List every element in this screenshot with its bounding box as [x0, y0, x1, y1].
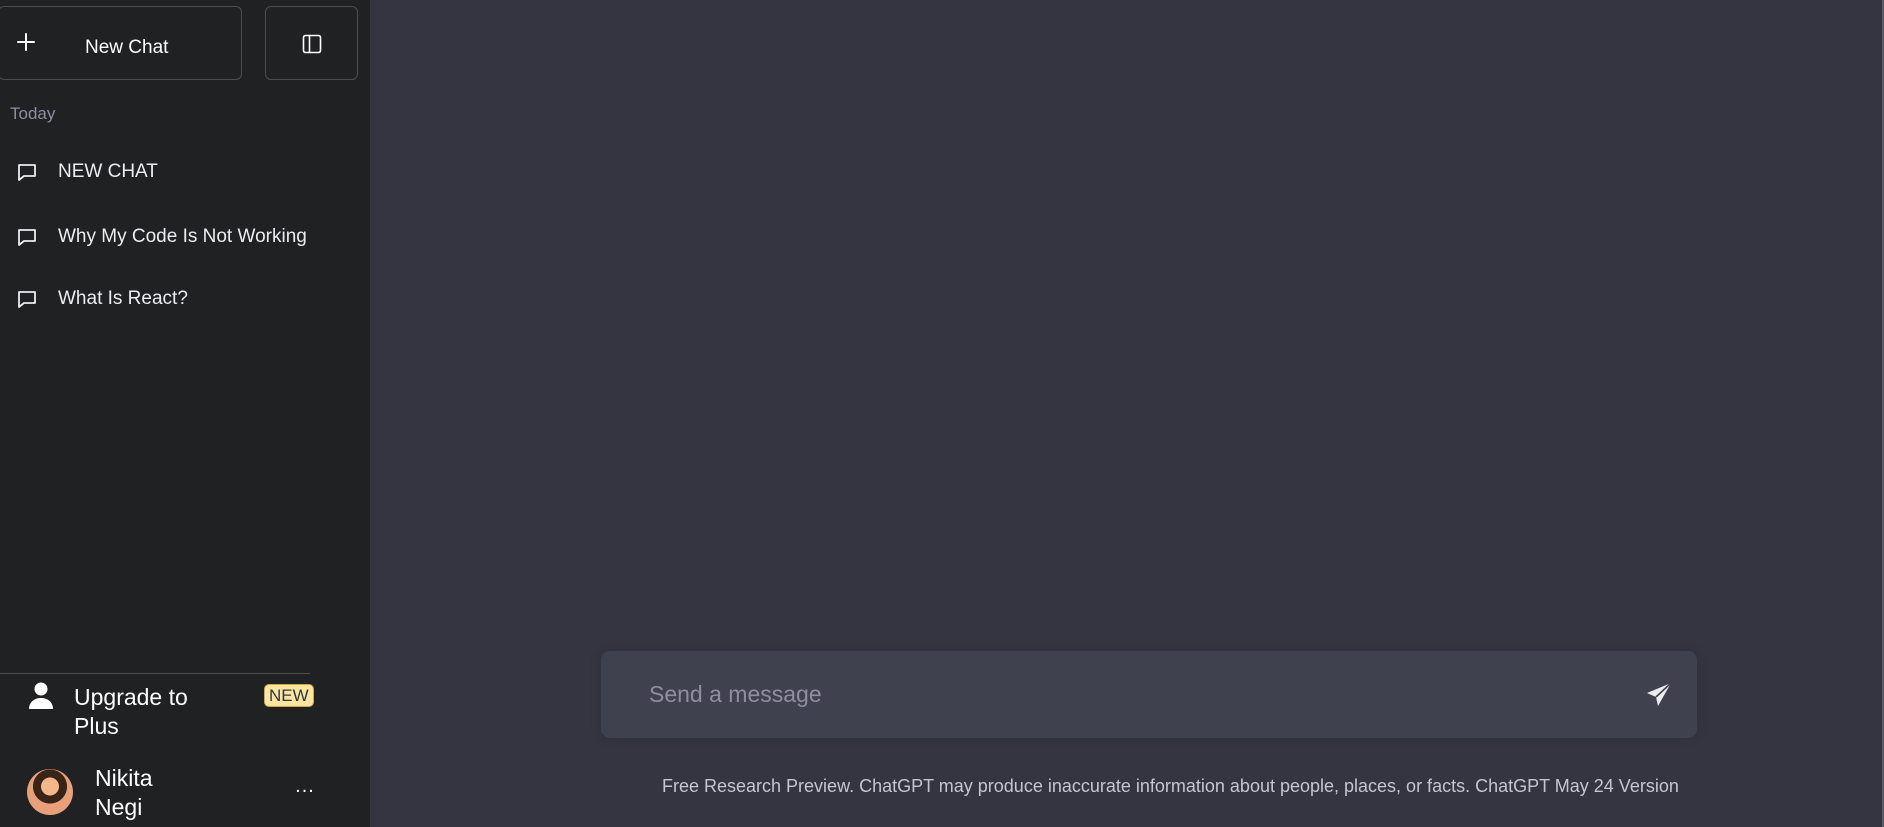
history-section-label: Today — [10, 104, 56, 123]
user-menu[interactable]: Nikita Negi ... — [0, 758, 340, 827]
history-item[interactable]: NEW CHAT — [0, 144, 360, 198]
history-item-title: What Is React? — [58, 288, 188, 309]
main-panel: Free Research Preview. ChatGPT may produ… — [370, 0, 1884, 827]
chat-bubble-icon — [18, 164, 36, 181]
new-badge: NEW — [264, 684, 314, 707]
avatar — [27, 769, 73, 815]
user-name: Nikita Negi — [95, 765, 153, 820]
disclaimer-text: Free Research Preview. ChatGPT may produ… — [662, 776, 1679, 796]
new-chat-label: New Chat — [85, 37, 169, 58]
message-composer — [601, 651, 1697, 738]
history-item[interactable]: Why My Code Is Not Working — [0, 209, 360, 263]
paper-plane-icon[interactable] — [1645, 681, 1673, 709]
upgrade-to-plus-button[interactable]: Upgrade to Plus NEW — [0, 676, 330, 746]
sidebar: New Chat Today NEW CHAT Why My Code Is N… — [0, 0, 370, 827]
history-item-title: Why My Code Is Not Working — [58, 226, 307, 247]
chat-bubble-icon — [18, 229, 36, 246]
chat-bubble-icon — [18, 291, 36, 308]
upgrade-label: Upgrade to Plus — [74, 684, 188, 739]
sidebar-toggle-button[interactable] — [265, 6, 358, 80]
new-chat-button[interactable]: New Chat — [0, 6, 242, 80]
message-input[interactable] — [601, 651, 1601, 738]
history-item[interactable]: What Is React? — [0, 271, 360, 325]
sidebar-divider — [0, 673, 310, 674]
history-item-title: NEW CHAT — [58, 161, 158, 182]
user-icon — [29, 682, 53, 709]
plus-icon — [17, 33, 35, 51]
more-horizontal-icon[interactable]: ... — [293, 776, 317, 800]
sidebar-toggle-icon — [302, 34, 322, 54]
